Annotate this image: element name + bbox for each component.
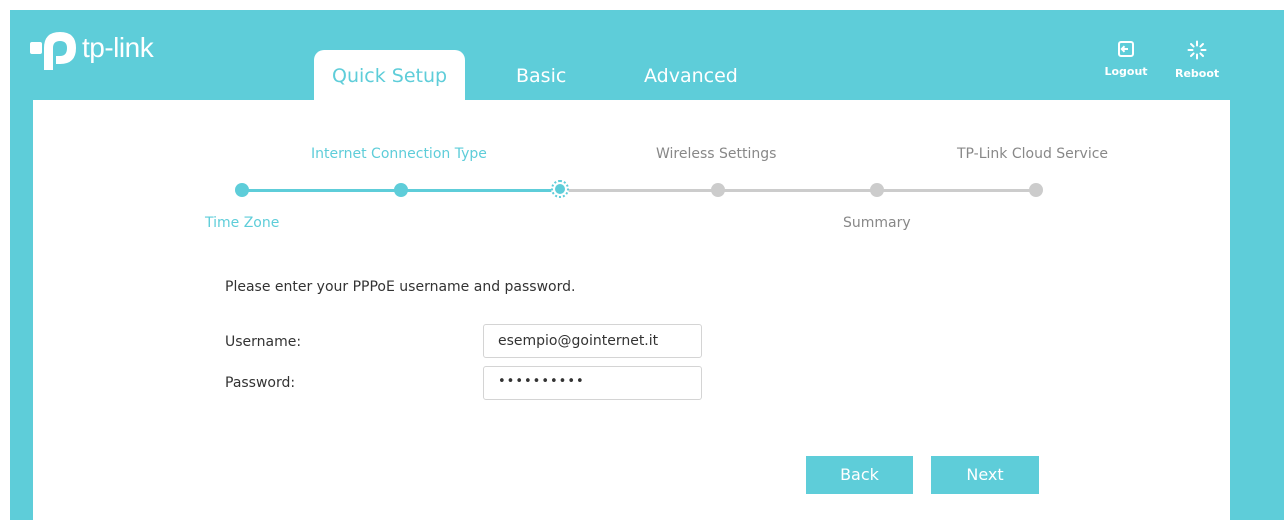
- step-dot-internet-connection-type: [394, 183, 408, 197]
- step-dot-current: [551, 180, 569, 198]
- reboot-icon: [1187, 40, 1207, 60]
- step-label-summary: Summary: [843, 215, 911, 231]
- step-label-internet-connection-type: Internet Connection Type: [311, 146, 487, 162]
- tab-basic[interactable]: Basic: [498, 50, 584, 100]
- tab-advanced[interactable]: Advanced: [626, 50, 756, 100]
- tp-link-logo: tp-link: [30, 26, 154, 74]
- password-input[interactable]: ••••••••••: [483, 366, 702, 400]
- tab-quick-setup[interactable]: Quick Setup: [314, 50, 466, 100]
- instruction-text: Please enter your PPPoE username and pas…: [225, 279, 576, 295]
- password-label: Password:: [225, 375, 296, 391]
- logout-button[interactable]: Logout: [1104, 40, 1148, 78]
- logout-label: Logout: [1104, 65, 1148, 78]
- reboot-label: Reboot: [1175, 67, 1220, 80]
- step-dot-tp-link-cloud-service: [1029, 183, 1043, 197]
- step-label-time-zone: Time Zone: [205, 215, 280, 231]
- reboot-button[interactable]: Reboot: [1175, 40, 1219, 80]
- step-dot-time-zone: [235, 183, 249, 197]
- logo-text: tp-link: [82, 32, 154, 63]
- username-label: Username:: [225, 334, 302, 350]
- tp-link-logo-icon: [30, 32, 76, 70]
- stepper-remaining-line: [560, 189, 1036, 192]
- back-button[interactable]: Back: [806, 456, 913, 494]
- content-panel: [33, 100, 1230, 520]
- username-input[interactable]: esempio@gointernet.it: [483, 324, 702, 358]
- step-dot-summary: [870, 183, 884, 197]
- next-button[interactable]: Next: [931, 456, 1039, 494]
- logout-icon: [1118, 41, 1134, 57]
- step-label-tp-link-cloud-service: TP-Link Cloud Service: [957, 146, 1109, 162]
- step-label-wireless-settings: Wireless Settings: [656, 146, 777, 162]
- step-dot-wireless-settings: [711, 183, 725, 197]
